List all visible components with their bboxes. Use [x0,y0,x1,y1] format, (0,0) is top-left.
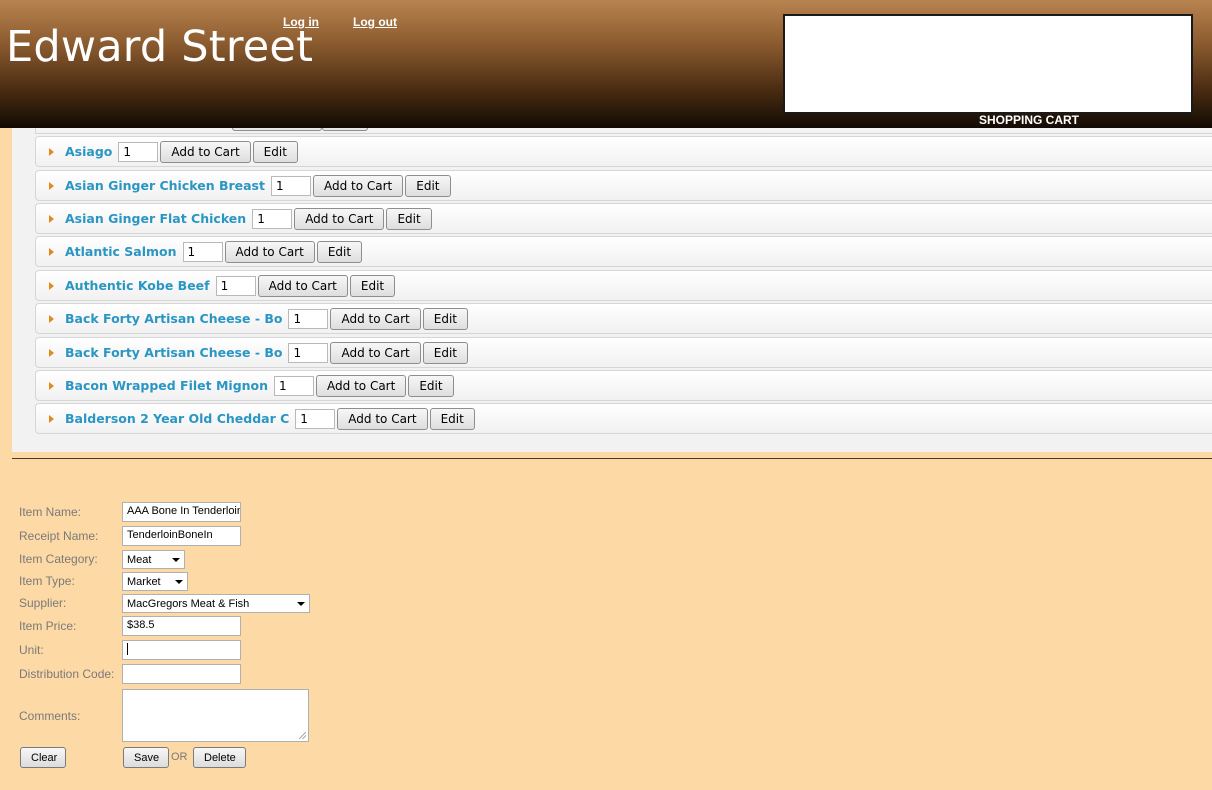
login-link[interactable]: Log in [283,15,319,29]
edit-button[interactable]: Edit [349,274,396,297]
add-to-cart-button[interactable]: Add to Cart [257,274,348,297]
receipt-name-label: Receipt Name: [19,529,99,543]
product-row: Asiago Add to Cart Edit [35,136,1212,167]
unit-label: Unit: [19,643,44,657]
edit-button[interactable]: Edit [252,140,298,163]
product-name[interactable]: Asian Ginger Flat Chicken [65,211,246,226]
add-to-cart-button[interactable]: Add to Cart [330,341,421,364]
add-to-cart-button[interactable]: Add to Cart [330,307,421,330]
product-row: Atlantic Salmon Add to Cart Edit [35,236,1212,267]
quantity-input[interactable] [288,308,329,329]
edit-button[interactable]: Edit [405,174,451,197]
quantity-input[interactable] [288,342,329,363]
item-price-label: Item Price: [19,619,77,633]
expand-arrow-icon[interactable] [49,314,54,323]
edit-button[interactable]: Edit [422,341,469,364]
quantity-input[interactable] [215,275,256,296]
expand-arrow-icon[interactable] [49,147,54,156]
add-to-cart-button[interactable]: Add to Cart [337,407,428,430]
product-name[interactable]: Authentic Kobe Beef [65,278,210,293]
product-name[interactable]: Back Forty Artisan Cheese - Bo [65,311,282,326]
shopping-cart-box[interactable] [783,14,1193,114]
expand-arrow-icon[interactable] [49,381,54,390]
quantity-input[interactable] [182,241,223,262]
chevron-down-icon [297,601,305,606]
product-row: Back Forty Artisan Cheese - Bo Add to Ca… [35,337,1212,368]
product-name[interactable]: Bacon Wrapped Filet Mignon [65,378,268,393]
add-to-cart-button[interactable]: Add to Cart [312,174,404,197]
section-divider [12,458,1212,459]
supplier-value: MacGregors Meat & Fish [127,597,250,610]
receipt-name-input[interactable]: TenderloinBoneIn [122,526,241,546]
item-category-label: Item Category: [19,552,98,566]
supplier-label: Supplier: [19,596,67,610]
expand-arrow-icon[interactable] [49,247,54,256]
edit-button[interactable]: Edit [408,374,454,397]
expand-arrow-icon[interactable] [49,348,54,357]
add-to-cart-button[interactable]: Add to Cart [294,207,385,230]
product-name[interactable]: Asiago [65,144,112,159]
product-name[interactable]: Back Forty Artisan Cheese - Bo [65,345,282,360]
unit-input[interactable] [122,640,241,660]
comments-textarea[interactable] [122,689,309,742]
expand-arrow-icon[interactable] [49,414,54,423]
edit-button[interactable]: Edit [429,407,475,430]
item-type-value: Market [127,575,161,588]
item-category-select[interactable]: Meat [122,550,185,569]
product-row: Bacon Wrapped Filet Mignon Add to Cart E… [35,370,1212,401]
product-name[interactable]: Atlantic Salmon [65,244,177,259]
logout-link[interactable]: Log out [353,15,397,29]
item-name-label: Item Name: [19,505,82,519]
or-separator: OR [171,751,188,763]
item-type-label: Item Type: [19,574,75,588]
supplier-select[interactable]: MacGregors Meat & Fish [122,594,310,613]
edit-button[interactable]: Edit [386,207,432,230]
item-price-input[interactable]: $38.5 [122,616,241,636]
add-to-cart-button[interactable]: Add to Cart [316,374,407,397]
shopping-cart-label: SHOPPING CART [979,113,1080,127]
product-row: Asian Ginger Flat Chicken Add to Cart Ed… [35,203,1212,234]
chevron-down-icon [172,557,180,562]
add-to-cart-button[interactable]: Add to Cart [224,240,315,263]
product-name[interactable]: Asian Ginger Chicken Breast [65,178,265,193]
distribution-code-input[interactable] [122,664,241,684]
site-title: Edward Street [6,22,314,72]
comments-label: Comments: [19,709,81,723]
item-name-input[interactable]: AAA Bone In Tenderloin [122,502,241,522]
quantity-input[interactable] [270,175,311,196]
site-header: Edward Street Log in Log out SHOPPING CA… [0,0,1212,128]
edit-button[interactable]: Edit [316,240,363,263]
expand-arrow-icon[interactable] [49,281,54,290]
resize-grip-icon[interactable] [299,732,306,739]
clear-button[interactable]: Clear [20,747,66,768]
quantity-input[interactable] [118,141,159,162]
delete-button[interactable]: Delete [193,747,246,768]
edit-button[interactable]: Edit [422,307,469,330]
text-cursor [127,643,128,656]
quantity-input[interactable] [252,208,293,229]
product-row: Authentic Kobe Beef Add to Cart Edit [35,270,1212,301]
item-type-select[interactable]: Market [122,572,188,591]
add-to-cart-button[interactable]: Add to Cart [160,140,251,163]
item-category-value: Meat [127,553,152,566]
quantity-input[interactable] [274,375,315,396]
product-name[interactable]: Balderson 2 Year Old Cheddar C [65,411,289,426]
distribution-code-label: Distribution Code: [19,667,115,681]
expand-arrow-icon[interactable] [49,214,54,223]
chevron-down-icon [175,579,183,584]
product-row: Balderson 2 Year Old Cheddar C Add to Ca… [35,403,1212,434]
product-row: Asian Ginger Chicken Breast Add to Cart … [35,170,1212,201]
product-row: Back Forty Artisan Cheese - Bo Add to Ca… [35,303,1212,334]
quantity-input[interactable] [295,408,336,429]
expand-arrow-icon[interactable] [49,181,54,190]
save-button[interactable]: Save [123,747,169,768]
